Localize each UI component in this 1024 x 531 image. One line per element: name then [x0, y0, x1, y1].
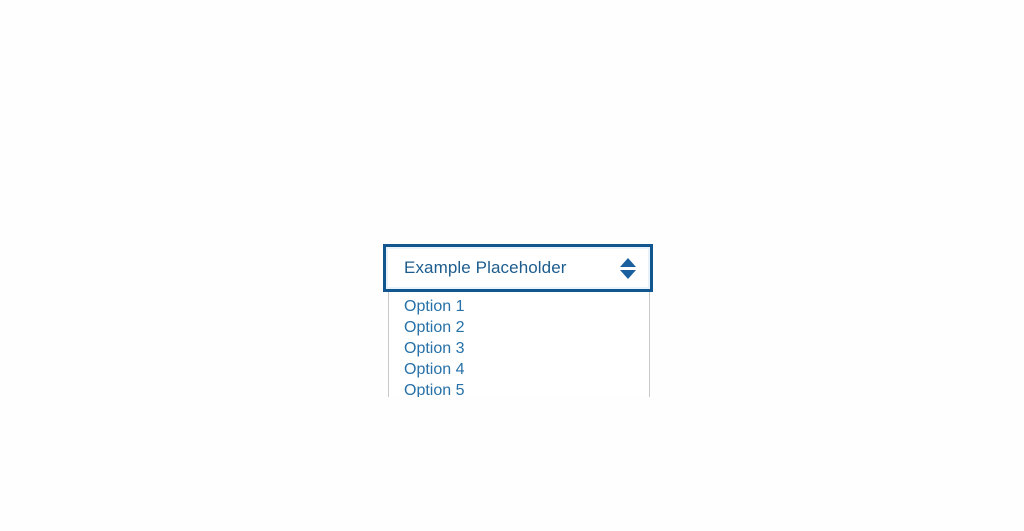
combobox-option-list[interactable]: Option 1 Option 2 Option 3 Option 4 Opti…: [388, 292, 650, 397]
triangle-down-icon[interactable]: [620, 269, 636, 279]
combobox-stepper[interactable]: [606, 244, 650, 292]
combobox-selected-value: Example Placeholder: [404, 258, 567, 277]
list-item[interactable]: Option 3: [389, 338, 649, 359]
list-item[interactable]: Option 2: [389, 317, 649, 338]
list-item[interactable]: Option 1: [389, 296, 649, 317]
page-canvas: Example Placeholder Option 1 Option 2 Op…: [0, 0, 1024, 531]
triangle-up-icon[interactable]: [620, 257, 636, 267]
combobox-control[interactable]: Example Placeholder: [383, 244, 653, 292]
list-item[interactable]: Option 5: [389, 380, 649, 397]
example-combobox[interactable]: Example Placeholder Option 1 Option 2 Op…: [383, 244, 653, 397]
list-item[interactable]: Option 4: [389, 359, 649, 380]
